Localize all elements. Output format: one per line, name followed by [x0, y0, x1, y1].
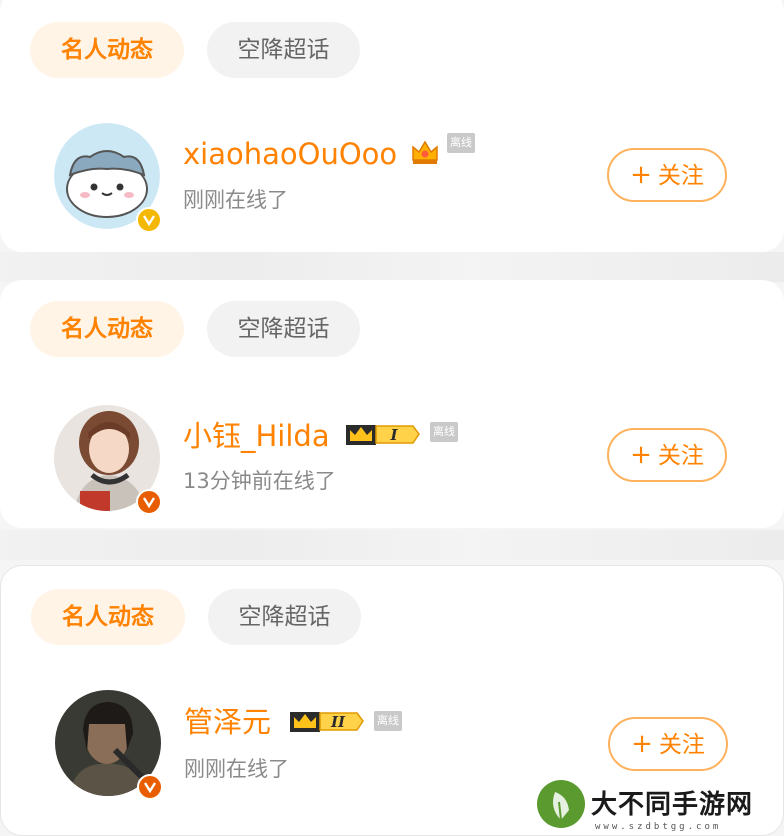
online-status: 刚刚在线了	[183, 188, 288, 212]
tab-celebrity-updates[interactable]: 名人动态	[31, 589, 185, 645]
verified-icon	[137, 774, 163, 800]
tab-celebrity-updates[interactable]: 名人动态	[30, 301, 184, 357]
online-status: 13分钟前在线了	[183, 469, 336, 493]
plus-icon: +	[631, 729, 653, 759]
divider	[0, 530, 784, 560]
vip-crown-icon: I	[346, 425, 420, 445]
vip-crown-icon: II	[290, 712, 364, 732]
tab-super-topic[interactable]: 空降超话	[207, 301, 360, 357]
watermark-title: 大不同手游网	[591, 790, 754, 820]
tab-super-topic[interactable]: 空降超话	[207, 22, 360, 78]
follow-label: 关注	[657, 163, 704, 189]
user-card: 名人动态 空降超话 xiaohaoOuOoo 离线 刚刚在线了 + 关注	[0, 0, 784, 252]
tab-celebrity-updates[interactable]: 名人动态	[30, 22, 184, 78]
feed-page: 名人动态 空降超话 xiaohaoOuOoo 离线 刚刚在线了 + 关注 名人动…	[0, 0, 784, 836]
plus-icon: +	[630, 440, 652, 470]
offline-tag: 离线	[374, 711, 402, 731]
avatar[interactable]	[54, 123, 162, 233]
crown-icon	[412, 140, 438, 164]
avatar[interactable]	[54, 405, 162, 515]
tab-super-topic[interactable]: 空降超话	[208, 589, 361, 645]
offline-tag: 离线	[447, 133, 475, 153]
plus-icon: +	[630, 160, 652, 190]
divider	[0, 252, 784, 282]
verified-icon	[136, 489, 162, 515]
username[interactable]: xiaohaoOuOoo	[183, 136, 397, 172]
avatar[interactable]	[55, 690, 163, 800]
user-card: 名人动态 空降超话 小钰_Hilda I 离线 13分钟前在线了 + 关注	[0, 280, 784, 528]
watermark-url: www.szdbtgg.com	[595, 822, 722, 832]
offline-tag: 离线	[430, 422, 458, 442]
username[interactable]: 小钰_Hilda	[183, 418, 330, 454]
follow-button[interactable]: + 关注	[607, 148, 727, 202]
follow-label: 关注	[658, 732, 705, 758]
vip-level: I	[389, 426, 398, 444]
vip-level: II	[330, 713, 346, 731]
follow-button[interactable]: + 关注	[607, 428, 727, 482]
leaf-logo-icon	[537, 780, 585, 828]
verified-icon	[136, 207, 162, 233]
online-status: 刚刚在线了	[184, 757, 289, 781]
follow-button[interactable]: + 关注	[608, 717, 728, 771]
username[interactable]: 管泽元	[184, 704, 271, 740]
follow-label: 关注	[657, 443, 704, 469]
watermark: 大不同手游网 www.szdbtgg.com	[537, 778, 784, 836]
